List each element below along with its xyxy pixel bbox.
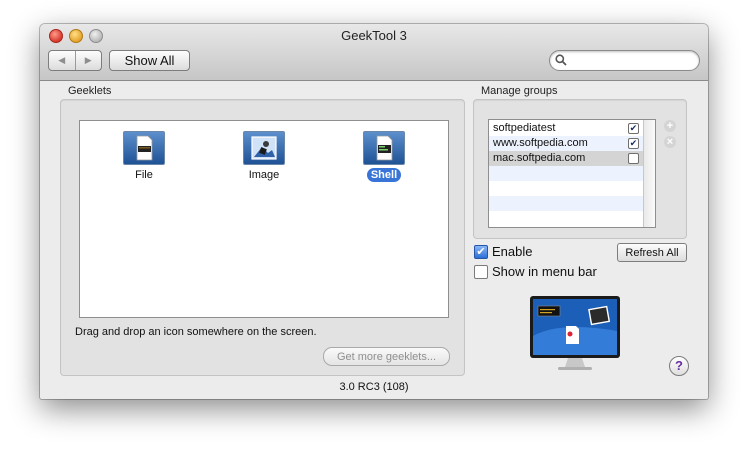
geeklet-shell[interactable]: Shell <box>344 131 424 182</box>
file-geeklet-icon <box>123 131 165 165</box>
window-title: GeekTool 3 <box>341 28 407 43</box>
search-input[interactable] <box>572 52 696 70</box>
geeklets-list: File Image Shell <box>79 120 449 318</box>
group-checkbox[interactable]: ✔ <box>628 138 639 149</box>
geeklet-label-selected: Shell <box>366 168 402 182</box>
close-icon[interactable]: × <box>664 136 676 148</box>
geeklet-label: File <box>135 169 153 181</box>
shell-geeklet-icon <box>363 131 405 165</box>
refresh-all-button[interactable]: Refresh All <box>617 243 687 262</box>
drag-drop-hint: Drag and drop an icon somewhere on the s… <box>75 326 317 338</box>
enable-option[interactable]: ✔ Enable <box>474 244 532 259</box>
manage-groups-section-label: Manage groups <box>481 85 558 97</box>
toolbar: GeekTool 3 ◀ ▶ Show All <box>40 24 708 81</box>
back-arrow-icon[interactable]: ◀ <box>49 51 76 70</box>
group-checkbox[interactable] <box>628 153 639 164</box>
geektool-window: GeekTool 3 ◀ ▶ Show All Geeklets File Im… <box>40 24 708 399</box>
geeklet-file[interactable]: File <box>104 131 184 182</box>
get-more-geeklets-button[interactable]: Get more geeklets... <box>323 347 450 366</box>
groups-table: softpediatest ✔ www.softpedia.com ✔ mac.… <box>488 119 656 228</box>
plus-icon[interactable]: + <box>664 120 676 132</box>
search-field[interactable] <box>549 50 700 71</box>
enable-checkbox[interactable]: ✔ <box>474 244 488 259</box>
enable-label: Enable <box>492 244 533 259</box>
empty-row <box>489 196 643 211</box>
group-row-selected[interactable]: mac.softpedia.com <box>489 151 643 166</box>
back-forward-control: ◀ ▶ <box>48 50 102 71</box>
show-in-menu-bar-option[interactable]: Show in menu bar <box>474 264 597 279</box>
group-row[interactable]: www.softpedia.com ✔ <box>489 136 643 151</box>
show-in-menu-bar-label: Show in menu bar <box>492 264 597 279</box>
image-geeklet-icon <box>243 131 285 165</box>
display-preview-icon <box>530 296 620 370</box>
group-name: mac.softpedia.com <box>493 152 586 164</box>
geeklet-label: Image <box>248 169 280 181</box>
version-label: 3.0 RC3 (108) <box>339 381 409 393</box>
group-name: www.softpedia.com <box>493 137 588 149</box>
forward-arrow-icon[interactable]: ▶ <box>76 51 102 70</box>
group-checkbox[interactable]: ✔ <box>628 123 639 134</box>
geeklets-section-label: Geeklets <box>68 85 112 97</box>
group-name: softpediatest <box>493 122 556 134</box>
groups-scrollbar[interactable] <box>643 120 655 227</box>
empty-row <box>489 166 643 181</box>
show-all-button[interactable]: Show All <box>109 50 190 71</box>
show-in-menu-bar-checkbox[interactable] <box>474 264 488 279</box>
help-button[interactable]: ? <box>669 356 689 376</box>
group-row[interactable]: softpediatest ✔ <box>489 121 643 136</box>
search-icon <box>555 54 567 66</box>
geeklet-image[interactable]: Image <box>224 131 304 182</box>
